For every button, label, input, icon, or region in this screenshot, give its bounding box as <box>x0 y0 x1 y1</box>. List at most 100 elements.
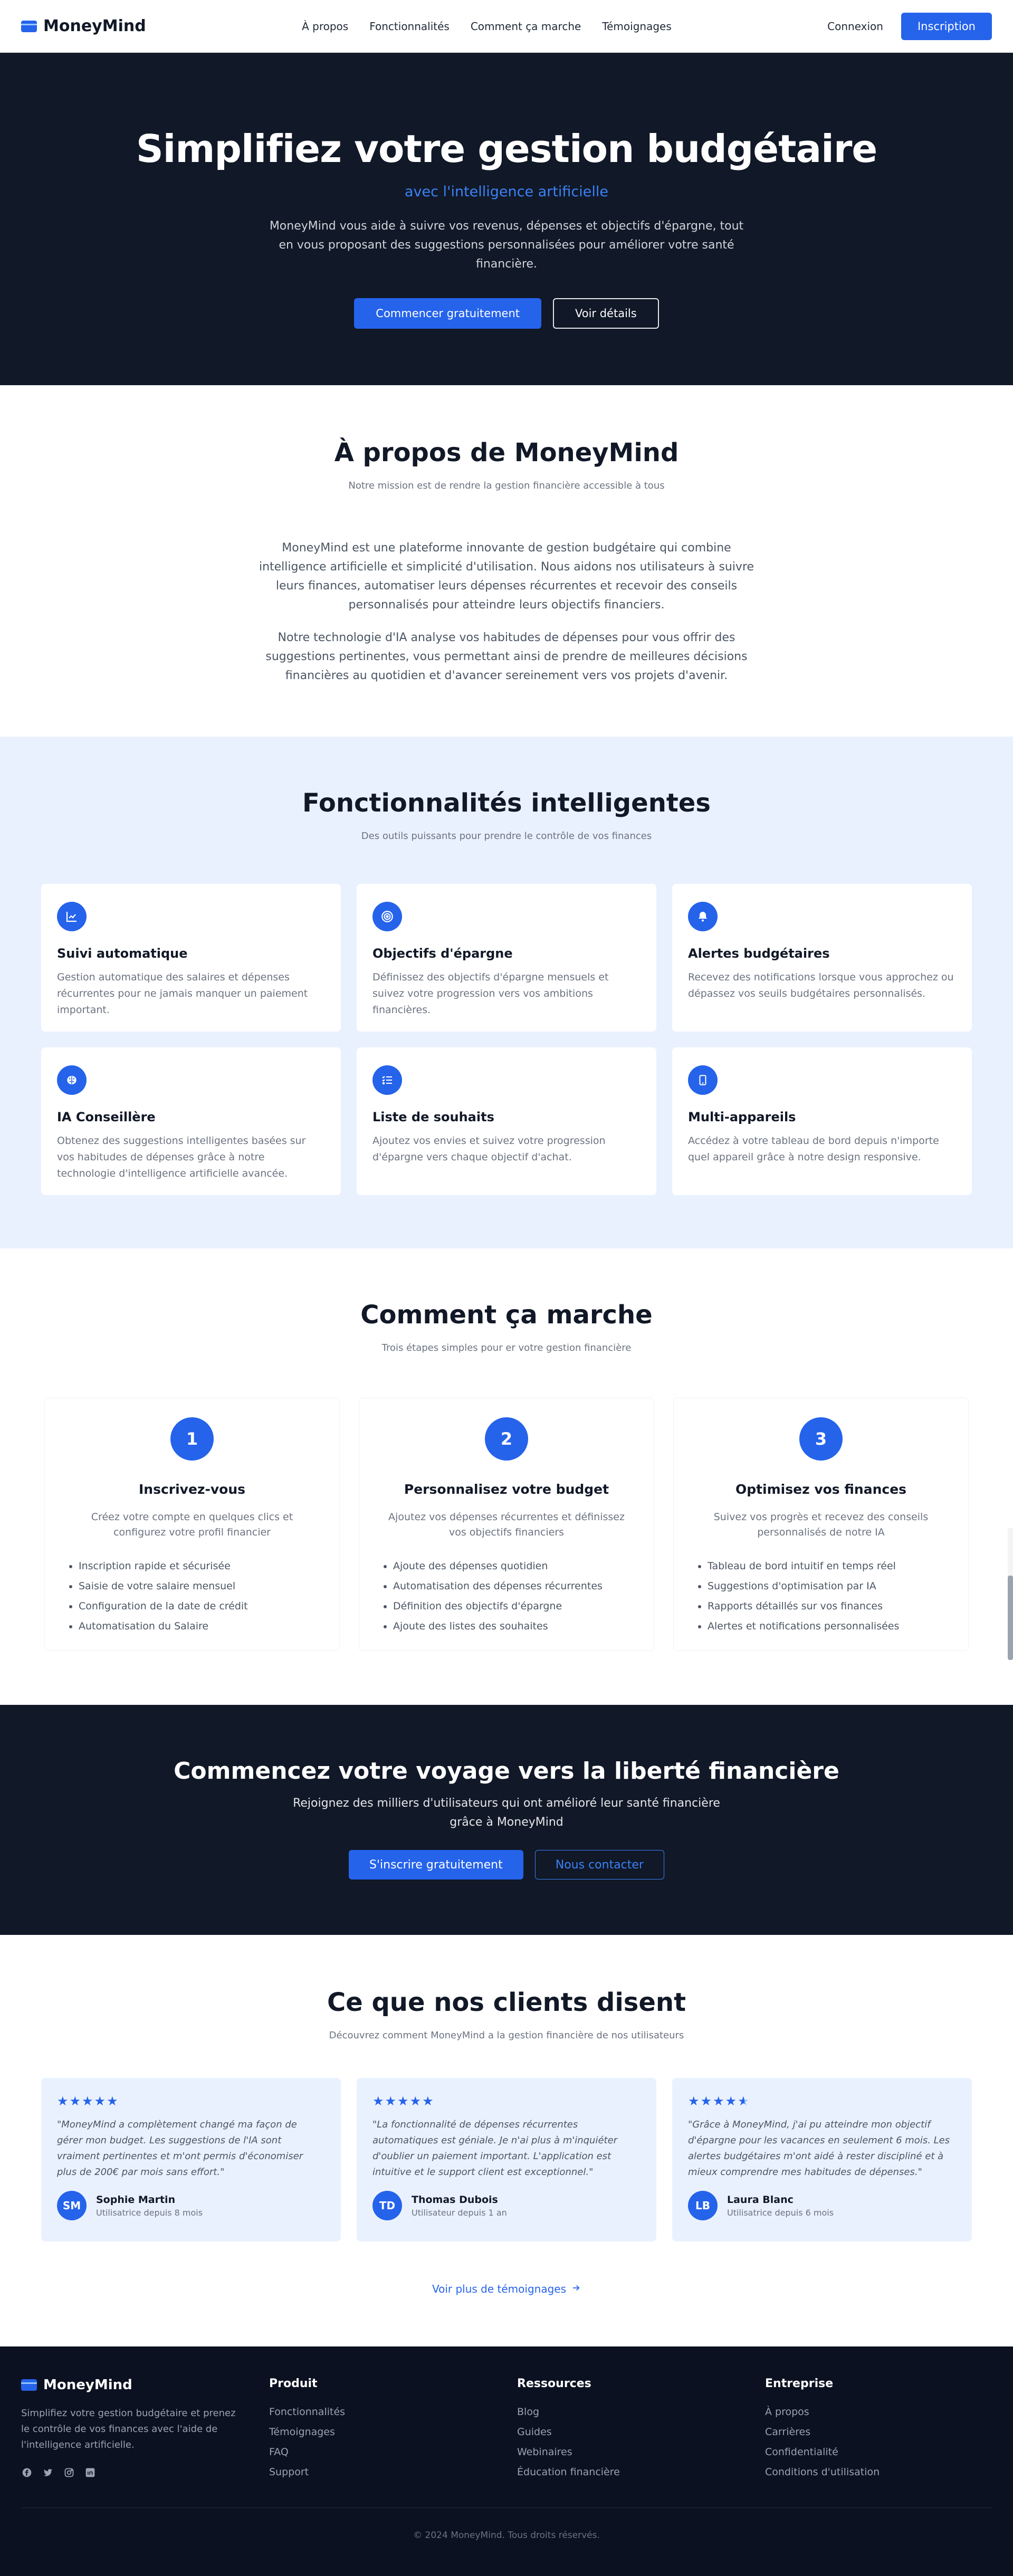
testimonial-card: ★★★★★ "MoneyMind a complètement changé m… <box>41 2078 341 2241</box>
footer-link[interactable]: Blog <box>517 2406 744 2418</box>
features-title: Fonctionnalités intelligentes <box>302 788 711 818</box>
rating-stars: ★★★★★ <box>57 2094 119 2108</box>
bell-icon <box>688 902 718 931</box>
rating-stars: ★★★★★ <box>372 2094 435 2108</box>
testimonial-quote: "La fonctionnalité de dépenses récurrent… <box>372 2119 618 2178</box>
feature-desc: Accédez à votre tableau de bord depuis n… <box>688 1135 939 1163</box>
nav-link-how[interactable]: Comment ça marche <box>471 20 581 33</box>
step-title: Personnalisez votre budget <box>404 1482 609 1497</box>
instagram-icon[interactable] <box>63 2467 75 2478</box>
scrollbar-thumb[interactable] <box>1008 1576 1013 1660</box>
user-name: Sophie Martin <box>96 2193 176 2206</box>
mobile-icon <box>688 1065 718 1095</box>
testimonial-quote: "Grâce à MoneyMind, j'ai pu atteindre mo… <box>688 2119 950 2178</box>
feature-desc: Recevez des notifications lorsque vous a… <box>688 971 954 999</box>
nav-link-testimonials[interactable]: Témoignages <box>602 20 671 33</box>
footer-link[interactable]: Webinaires <box>517 2446 744 2458</box>
twitter-icon[interactable] <box>42 2467 54 2478</box>
footer-col-product: Produit Fonctionnalités Témoignages FAQ … <box>269 2377 496 2486</box>
testimonials-grid: ★★★★★ "MoneyMind a complètement changé m… <box>0 2078 1013 2241</box>
facebook-icon[interactable] <box>21 2467 33 2478</box>
linkedin-icon[interactable] <box>84 2467 96 2478</box>
step-card: 1 Inscrivez-vous Créez votre compte en q… <box>44 1398 340 1651</box>
about-section: À propos de MoneyMind Notre mission est … <box>0 385 1013 737</box>
testimonial-user: LB Laura Blanc Utilisatrice depuis 6 moi… <box>688 2191 956 2220</box>
footer-link[interactable]: À propos <box>765 2406 992 2418</box>
steps-row: 1 Inscrivez-vous Créez votre compte en q… <box>0 1398 1013 1651</box>
features-subtitle: Des outils puissants pour prendre le con… <box>361 831 652 842</box>
footer-link[interactable]: Témoignages <box>269 2426 496 2438</box>
hero-section: Simplifiez votre gestion budgétaire avec… <box>0 53 1013 385</box>
feature-desc: Obtenez des suggestions intelligentes ba… <box>57 1135 306 1179</box>
footer-link[interactable]: Guides <box>517 2426 744 2438</box>
start-free-button[interactable]: Commencer gratuitement <box>354 298 541 329</box>
top-nav: MoneyMind À propos Fonctionnalités Comme… <box>0 0 1013 53</box>
wallet-icon <box>21 2379 37 2391</box>
user-since: Utilisateur depuis 1 an <box>412 2207 507 2218</box>
feature-desc: Gestion automatique des salaires et dépe… <box>57 971 308 1016</box>
about-paragraph-2: Notre technologie d'IA analyse vos habit… <box>265 631 748 682</box>
features-grid: Suivi automatique Gestion automatique de… <box>0 884 1013 1195</box>
step-bullet: Ajoute des dépenses quotidien <box>393 1560 635 1572</box>
user-since: Utilisatrice depuis 8 mois <box>96 2207 203 2218</box>
about-text: MoneyMind est une plateforme innovante d… <box>253 539 760 685</box>
how-it-works-section: Comment ça marche Trois étapes simples p… <box>0 1248 1013 1705</box>
step-bullet: Saisie de votre salaire mensuel <box>79 1580 320 1592</box>
contact-button[interactable]: Nous contacter <box>534 1850 664 1879</box>
hero-title: Simplifiez votre gestion budgétaire <box>136 127 877 171</box>
step-bullet: Alertes et notifications personnalisées <box>708 1620 949 1632</box>
wallet-icon <box>21 20 37 32</box>
testimonial-card: ★★★★★★ "Grâce à MoneyMind, j'ai pu attei… <box>672 2078 972 2241</box>
copyright: © 2024 MoneyMind. Tous droits réservés. <box>21 2507 992 2541</box>
user-name: Laura Blanc <box>727 2193 794 2206</box>
footer-link[interactable]: Conditions d'utilisation <box>765 2466 992 2478</box>
footer-col-title: Ressources <box>517 2377 591 2390</box>
testimonial-user: TD Thomas Dubois Utilisateur depuis 1 an <box>372 2191 641 2220</box>
feature-card: Suivi automatique Gestion automatique de… <box>41 884 341 1032</box>
footer-link[interactable]: Support <box>269 2466 496 2478</box>
about-subtitle: Notre mission est de rendre la gestion f… <box>348 480 665 491</box>
about-title: À propos de MoneyMind <box>334 438 679 468</box>
step-desc: Ajoutez vos dépenses récurrentes et défi… <box>388 1511 625 1538</box>
nav-link-features[interactable]: Fonctionnalités <box>369 20 450 33</box>
step-bullet: Inscription rapide et sécurisée <box>79 1560 320 1572</box>
brand-logo[interactable]: MoneyMind <box>21 17 146 35</box>
footer-link[interactable]: Carrières <box>765 2426 992 2438</box>
testimonial-quote: "MoneyMind a complètement changé ma faço… <box>57 2119 303 2178</box>
footer-brand[interactable]: MoneyMind <box>21 2377 248 2393</box>
feature-title: Alertes budgétaires <box>688 946 830 961</box>
step-card: 3 Optimisez vos finances Suivez vos prog… <box>673 1398 969 1651</box>
hero-subtitle: avec l'intelligence artificielle <box>404 184 608 200</box>
rating-stars: ★★★★★★ <box>688 2094 749 2108</box>
step-bullet: Définition des objectifs d'épargne <box>393 1600 635 1612</box>
see-details-button[interactable]: Voir détails <box>553 298 659 329</box>
avatar: SM <box>57 2191 87 2220</box>
feature-card: Objectifs d'épargne Définissez des objec… <box>357 884 656 1032</box>
step-desc: Suivez vos progrès et recevez des consei… <box>713 1511 929 1538</box>
signup-free-button[interactable]: S'inscrire gratuitement <box>349 1850 523 1879</box>
footer-brand-name: MoneyMind <box>43 2377 132 2393</box>
how-title: Comment ça marche <box>360 1300 653 1330</box>
feature-card: Multi-appareils Accédez à votre tableau … <box>672 1047 972 1195</box>
footer-link[interactable]: FAQ <box>269 2446 496 2458</box>
login-link[interactable]: Connexion <box>827 20 883 33</box>
how-subtitle: Trois étapes simples pour er votre gesti… <box>381 1342 632 1353</box>
user-since: Utilisatrice depuis 6 mois <box>727 2207 834 2218</box>
footer-col-title: Entreprise <box>765 2377 834 2390</box>
signup-button[interactable]: Inscription <box>901 12 992 40</box>
step-bullets: Tableau de bord intuitif en temps réel S… <box>693 1560 949 1632</box>
step-bullet: Ajoute des listes des souhaites <box>393 1620 635 1632</box>
chart-line-icon <box>57 902 87 931</box>
footer-link[interactable]: Fonctionnalités <box>269 2406 496 2418</box>
user-name: Thomas Dubois <box>412 2193 498 2206</box>
feature-desc: Ajoutez vos envies et suivez votre progr… <box>372 1135 606 1163</box>
feature-card: Alertes budgétaires Recevez des notifica… <box>672 884 972 1032</box>
feature-title: Multi-appareils <box>688 1110 796 1124</box>
footer-description: Simplifiez votre gestion budgétaire et p… <box>21 2408 236 2450</box>
step-bullet: Configuration de la date de crédit <box>79 1600 320 1612</box>
footer-link[interactable]: Confidentialité <box>765 2446 992 2458</box>
footer-col-company: Entreprise À propos Carrières Confidenti… <box>765 2377 992 2486</box>
nav-link-about[interactable]: À propos <box>302 20 348 33</box>
more-testimonials-link[interactable]: Voir plus de témoignages <box>0 2283 1013 2295</box>
footer-link[interactable]: Éducation financière <box>517 2466 744 2478</box>
